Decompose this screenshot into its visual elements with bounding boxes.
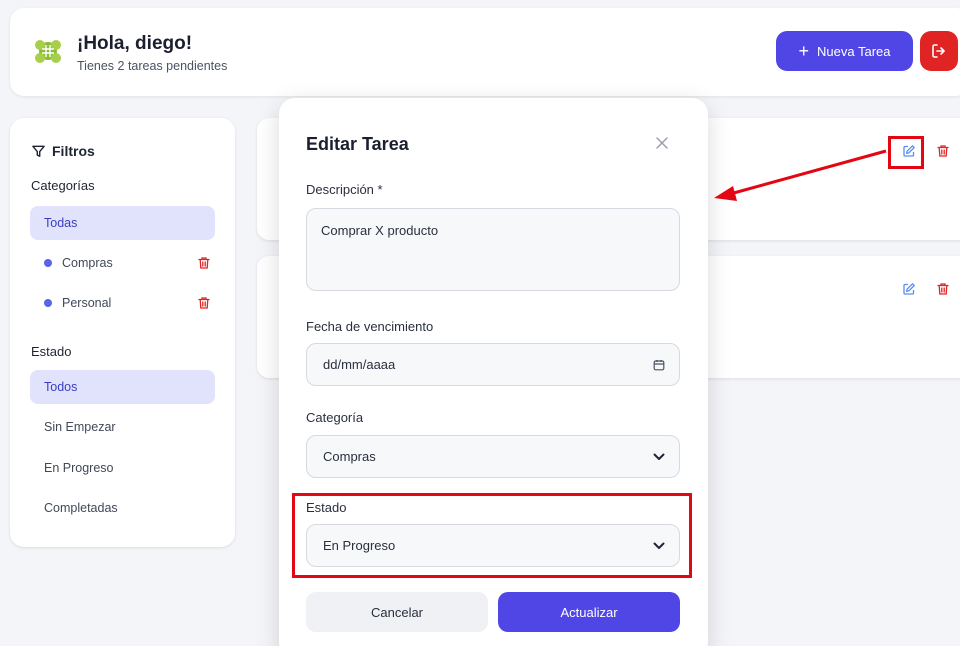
close-icon[interactable] (653, 134, 671, 152)
category-color-dot (44, 299, 52, 307)
trash-icon[interactable] (936, 144, 950, 158)
category-color-dot (44, 259, 52, 267)
edit-icon[interactable] (902, 282, 916, 296)
status-filter-label: Todos (44, 380, 78, 394)
logout-button[interactable] (920, 31, 958, 71)
status-selected-value: En Progreso (323, 538, 396, 553)
status-filter-label: Completadas (44, 501, 118, 515)
filter-icon (32, 145, 45, 157)
new-task-button[interactable]: + Nueva Tarea (776, 31, 913, 71)
status-filter-all[interactable]: Todos (30, 370, 215, 404)
new-task-label: Nueva Tarea (817, 43, 891, 59)
trash-icon[interactable] (197, 296, 211, 310)
cancel-button[interactable]: Cancelar (306, 592, 488, 632)
category-filter-personal[interactable]: Personal (30, 286, 215, 320)
status-label: Estado (31, 344, 72, 359)
filters-sidebar: Filtros Categorías Todas Compras Persona… (10, 118, 235, 547)
category-filter-label: Personal (62, 296, 112, 310)
status-filter-not-started[interactable]: Sin Empezar (30, 410, 215, 444)
chevron-down-icon (653, 453, 665, 460)
modal-title: Editar Tarea (306, 134, 409, 154)
chevron-down-icon (653, 542, 665, 549)
filters-heading: Filtros (31, 143, 95, 159)
pending-tasks-subtitle: Tienes 2 tareas pendientes (77, 59, 228, 73)
update-button[interactable]: Actualizar (498, 592, 680, 632)
status-select[interactable]: En Progreso (306, 524, 680, 567)
filters-title: Filtros (52, 143, 95, 159)
trash-icon[interactable] (936, 282, 950, 296)
app-logo-icon (35, 40, 61, 63)
description-label: Descripción * (306, 182, 383, 197)
description-textarea[interactable]: Comprar X producto (306, 208, 680, 291)
categories-label: Categorías (31, 178, 95, 193)
app-header: ¡Hola, diego! Tienes 2 tareas pendientes… (10, 8, 960, 96)
category-label: Categoría (306, 410, 364, 425)
description-value: Comprar X producto (321, 223, 439, 238)
category-filter-all[interactable]: Todas (30, 206, 215, 240)
logout-icon (932, 44, 945, 58)
category-filter-compras[interactable]: Compras (30, 246, 215, 280)
greeting-title: ¡Hola, diego! (77, 33, 193, 54)
edit-task-modal: Editar Tarea Descripción * Comprar X pro… (279, 98, 708, 646)
status-field-label: Estado (306, 500, 347, 515)
category-select[interactable]: Compras (306, 435, 680, 478)
due-date-label: Fecha de vencimiento (306, 319, 434, 334)
calendar-icon[interactable] (653, 359, 665, 371)
status-filter-in-progress[interactable]: En Progreso (30, 451, 215, 485)
status-filter-label: Sin Empezar (44, 420, 116, 434)
category-filter-label: Compras (62, 256, 113, 270)
status-filter-completed[interactable]: Completadas (30, 491, 215, 525)
due-date-input[interactable]: dd/mm/aaaa (306, 343, 680, 386)
edit-icon[interactable] (902, 144, 916, 158)
trash-icon[interactable] (197, 256, 211, 270)
due-date-placeholder: dd/mm/aaaa (323, 357, 396, 372)
status-filter-label: En Progreso (44, 461, 114, 475)
plus-icon: + (798, 41, 810, 61)
category-filter-label: Todas (44, 216, 78, 230)
category-selected-value: Compras (323, 449, 376, 464)
